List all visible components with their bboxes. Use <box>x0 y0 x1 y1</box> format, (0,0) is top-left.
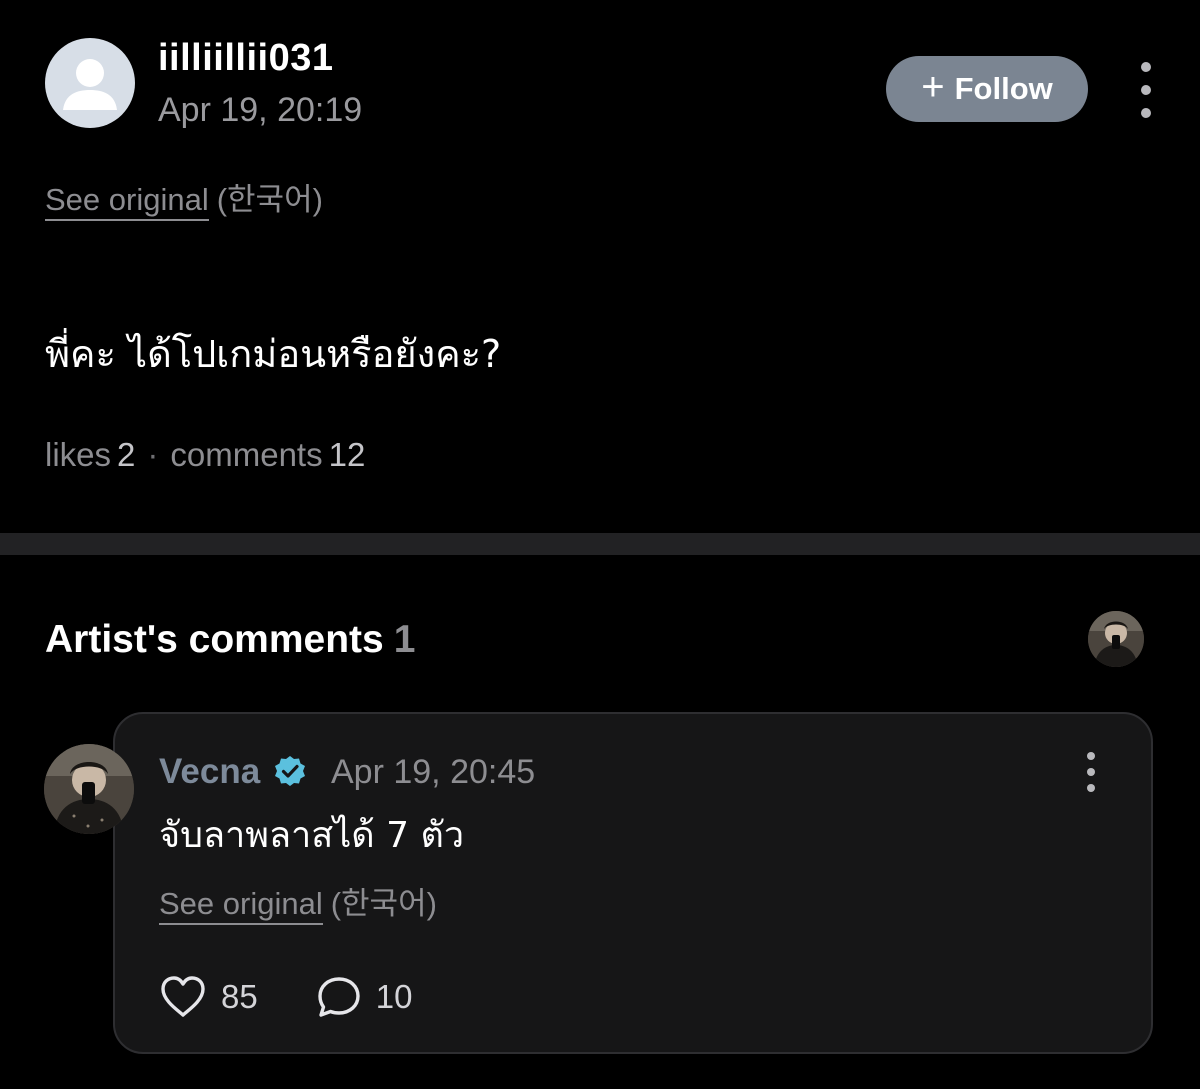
more-vertical-icon[interactable] <box>1081 752 1101 792</box>
likes-count[interactable]: 2 <box>117 436 135 473</box>
reply-button[interactable]: 10 <box>316 975 413 1019</box>
comment-actions: 85 10 <box>159 972 412 1022</box>
comments-count[interactable]: 12 <box>329 436 366 473</box>
comment-see-original: See original (한국어) <box>159 884 437 925</box>
comment-date: Apr 19, 20:45 <box>331 753 536 791</box>
heart-icon <box>161 976 205 1017</box>
comment-author-name[interactable]: Vecna <box>159 752 260 792</box>
artist-comments-label: Artist's comments <box>45 618 384 661</box>
more-vertical-icon[interactable] <box>1131 62 1161 118</box>
stats-separator: · <box>147 436 159 473</box>
plus-icon: + <box>921 65 945 109</box>
post-detail-screen: iilliillii031 Apr 19, 20:19 + Follow See… <box>0 0 1200 1089</box>
comment-author-avatar[interactable] <box>44 744 134 834</box>
reply-count: 10 <box>375 978 413 1015</box>
section-divider <box>0 533 1200 555</box>
artist-comments-title: Artist's comments 1 <box>45 618 415 662</box>
see-original-link[interactable]: See original <box>159 886 323 925</box>
likes-label[interactable]: likes <box>45 436 111 473</box>
original-language: (한국어) <box>216 182 323 217</box>
artist-avatar-small[interactable] <box>1088 611 1144 667</box>
user-avatar[interactable] <box>45 38 135 128</box>
verified-badge-icon <box>275 756 305 786</box>
artist-photo-icon <box>44 744 134 834</box>
post-stats: likes 2 · comments 12 <box>45 435 365 475</box>
comment-bubble-icon <box>318 977 360 1017</box>
see-original-link[interactable]: See original <box>45 182 209 221</box>
follow-label: Follow <box>954 71 1053 106</box>
post-username[interactable]: iilliillii031 <box>158 38 333 78</box>
comment-text: จับลาพลาสได้ 7 ตัว <box>159 815 465 856</box>
artist-comment-card: Vecna Apr 19, 20:45 จับลาพลาสได้ 7 ตัว S… <box>113 712 1153 1054</box>
post-date: Apr 19, 20:19 <box>158 91 363 129</box>
default-avatar-icon <box>63 59 117 110</box>
like-button[interactable]: 85 <box>159 975 258 1019</box>
comments-label[interactable]: comments <box>170 436 322 473</box>
artist-comments-count: 1 <box>393 618 416 661</box>
like-count: 85 <box>221 978 258 1015</box>
post-header: iilliillii031 Apr 19, 20:19 + Follow <box>45 38 1165 130</box>
follow-button[interactable]: + Follow <box>886 56 1088 122</box>
artist-photo-icon <box>1088 611 1144 667</box>
post-see-original: See original (한국어) <box>45 180 323 221</box>
post-body-text: พี่คะ ได้โปเกม่อนหรือยังคะ? <box>45 332 502 376</box>
original-language: (한국어) <box>330 886 437 921</box>
